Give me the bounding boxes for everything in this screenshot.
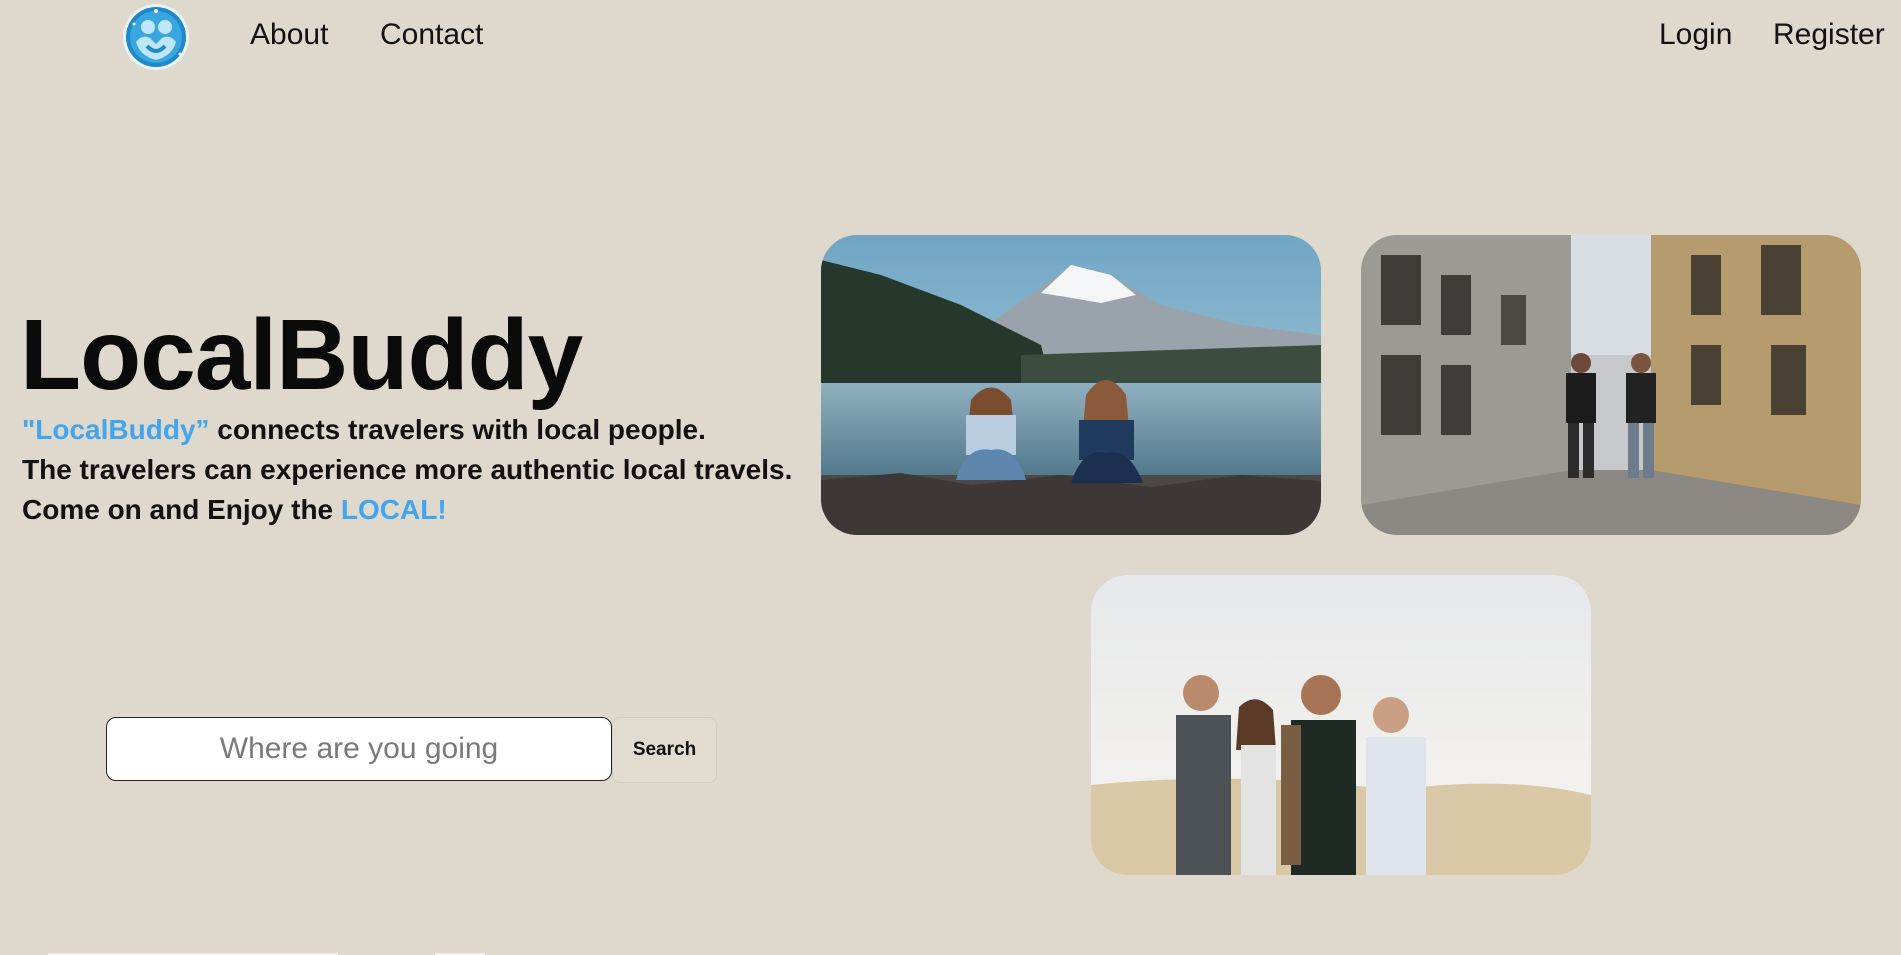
logo-icon[interactable] (120, 2, 192, 72)
brand-highlight: "LocalBuddy” (22, 414, 210, 445)
hero-line-3-text: Come on and Enjoy the (22, 494, 341, 525)
search-button[interactable]: Search (612, 717, 717, 783)
hero-line-1: "LocalBuddy” connects travelers with loc… (22, 410, 792, 450)
street-walk-photo (1361, 235, 1861, 535)
nav-contact-link[interactable]: Contact (380, 18, 483, 52)
nav-about-link[interactable]: About (250, 18, 328, 52)
hero-line-3: Come on and Enjoy the LOCAL! (22, 490, 792, 530)
nav-register-link[interactable]: Register (1773, 18, 1885, 52)
hero-title: LocalBuddy (20, 299, 583, 411)
hero-line-2: The travelers can experience more authen… (22, 454, 793, 485)
local-highlight: LOCAL! (340, 494, 447, 525)
landing-page: About Contact Login Register LocalBuddy … (0, 0, 1901, 955)
hero-line-1-text: connects travelers with local people. (209, 414, 706, 445)
group-friends-photo (1091, 575, 1591, 875)
lake-friends-photo (821, 235, 1321, 535)
hero-description: "LocalBuddy” connects travelers with loc… (22, 410, 792, 530)
search-input[interactable] (106, 717, 612, 781)
nav-login-link[interactable]: Login (1659, 18, 1732, 52)
